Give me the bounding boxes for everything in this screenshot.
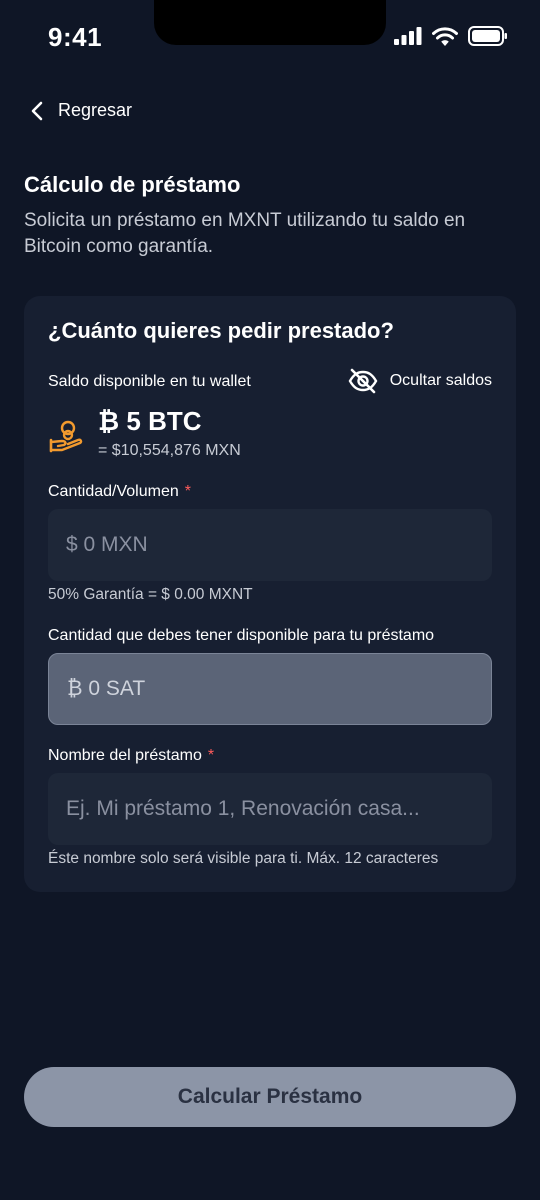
wallet-balance-label: Saldo disponible en tu wallet (48, 373, 251, 390)
required-asterisk: * (184, 483, 191, 500)
card-title: ¿Cuánto quieres pedir prestado? (48, 318, 394, 343)
page-title: Cálculo de préstamo (24, 172, 241, 197)
collateral-input (48, 653, 492, 725)
hide-balances-toggle[interactable]: Ocultar saldos (348, 368, 492, 394)
chevron-left-icon (31, 101, 43, 120)
status-time: 9:41 (48, 22, 103, 52)
status-icons (394, 26, 508, 46)
loan-form-card: ¿Cuánto quieres pedir prestado? Saldo di… (24, 296, 516, 892)
back-label: Regresar (58, 100, 133, 120)
page-subtitle: Solicita un préstamo en MXNT utilizando … (24, 210, 466, 257)
battery-icon (468, 26, 507, 46)
loan-name-label: Nombre del préstamo * (48, 747, 214, 765)
collateral-label: Cantidad que debes tener disponible para… (48, 627, 435, 644)
balance-btc: ₿ 5 BTC (98, 406, 202, 436)
loan-name-input[interactable] (48, 773, 492, 845)
status-bar: 9:41 (0, 0, 540, 80)
amount-label-text: Cantidad/Volumen (48, 483, 179, 500)
device-notch (154, 0, 386, 45)
required-asterisk: * (207, 747, 215, 764)
back-button[interactable]: Regresar (30, 100, 132, 121)
amount-input[interactable] (48, 509, 492, 581)
balance-mxn: = $10,554,876 MXN (98, 442, 241, 459)
hand-coins-icon (49, 420, 83, 453)
amount-label: Cantidad/Volumen * (48, 483, 191, 501)
calculate-loan-button[interactable]: Calcular Préstamo (24, 1067, 516, 1127)
signal-icon (394, 27, 422, 45)
loan-name-hint: Éste nombre solo será visible para ti. M… (48, 850, 439, 867)
wifi-icon (432, 26, 458, 46)
hide-balances-label: Ocultar saldos (389, 372, 492, 389)
loan-name-label-text: Nombre del préstamo (48, 747, 202, 764)
eye-off-icon (348, 368, 378, 394)
guarantee-hint: 50% Garantía = $ 0.00 MXNT (48, 586, 253, 603)
